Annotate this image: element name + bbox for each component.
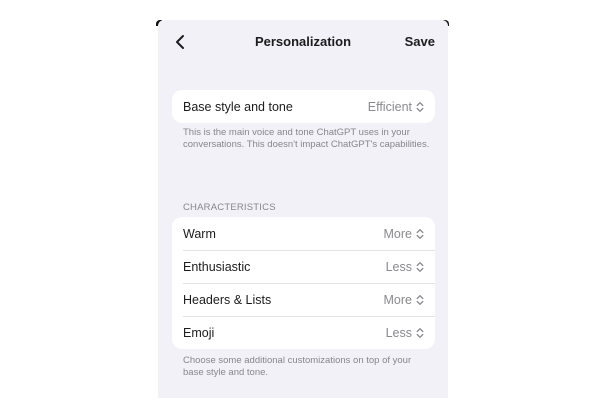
- navigation-bar: Personalization Save: [158, 20, 448, 64]
- characteristic-row-emoji[interactable]: Emoji Less: [172, 316, 435, 349]
- base-style-selector[interactable]: Efficient: [368, 100, 424, 114]
- characteristics-header: CHARACTERISTICS: [183, 202, 276, 213]
- characteristic-label: Warm: [183, 226, 216, 241]
- characteristic-label: Enthusiastic: [183, 259, 251, 274]
- base-style-row[interactable]: Base style and tone Efficient: [172, 90, 435, 123]
- characteristic-row-headers-lists[interactable]: Headers & Lists More: [172, 283, 435, 316]
- base-style-value: Efficient: [367, 99, 412, 114]
- chevron-up-down-icon: [416, 327, 424, 339]
- characteristic-row-enthusiastic[interactable]: Enthusiastic Less: [172, 250, 435, 283]
- characteristic-selector[interactable]: Less: [386, 326, 424, 340]
- save-button[interactable]: Save: [405, 34, 435, 49]
- characteristic-value: More: [383, 292, 412, 307]
- characteristic-label: Emoji: [183, 325, 215, 340]
- characteristic-value: More: [383, 226, 412, 241]
- personalization-screen: Personalization Save Base style and tone…: [158, 20, 448, 398]
- characteristic-selector[interactable]: Less: [386, 260, 424, 274]
- characteristic-label: Headers & Lists: [183, 292, 272, 307]
- characteristic-selector[interactable]: More: [384, 227, 424, 241]
- characteristic-value: Less: [385, 325, 412, 340]
- base-style-card: Base style and tone Efficient: [172, 90, 435, 123]
- characteristic-selector[interactable]: More: [384, 293, 424, 307]
- base-style-footnote: This is the main voice and tone ChatGPT …: [183, 127, 430, 150]
- chevron-up-down-icon: [416, 261, 424, 273]
- characteristics-card: Warm More Enthusiastic Less Headers & Li…: [172, 217, 435, 349]
- characteristics-footnote: Choose some additional customizations on…: [183, 355, 412, 378]
- characteristic-row-warm[interactable]: Warm More: [172, 217, 435, 250]
- chevron-up-down-icon: [416, 101, 424, 113]
- chevron-up-down-icon: [416, 294, 424, 306]
- chevron-up-down-icon: [416, 228, 424, 240]
- characteristic-value: Less: [385, 259, 412, 274]
- base-style-label: Base style and tone: [183, 99, 293, 114]
